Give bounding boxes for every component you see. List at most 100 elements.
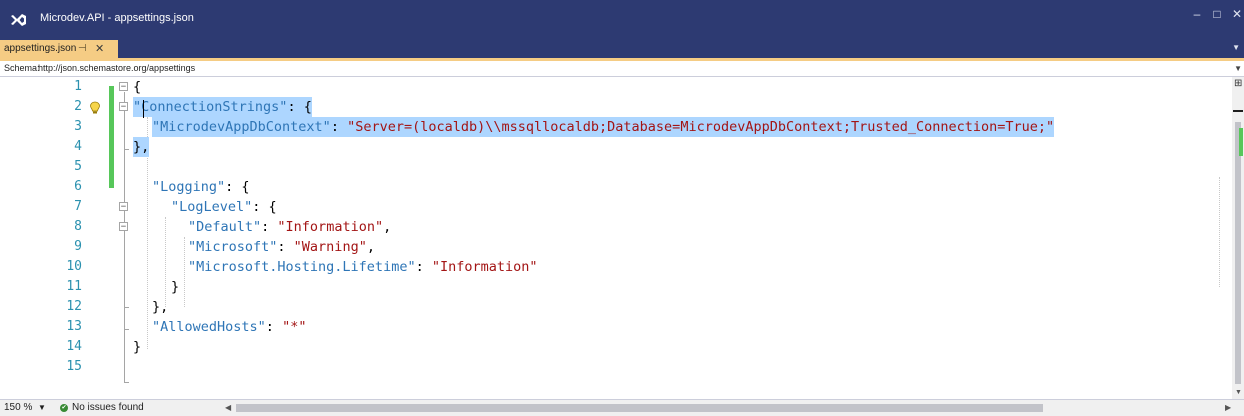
visual-studio-logo-icon xyxy=(11,14,26,26)
line-number: 11 xyxy=(66,279,82,294)
minimize-button[interactable]: – xyxy=(1186,6,1208,22)
code-text: "Microsoft": "Warning", xyxy=(188,237,375,257)
zoom-dropdown-icon[interactable]: ▼ xyxy=(38,400,46,416)
json-punctuation-token: : { xyxy=(252,199,277,215)
code-text: "Default": "Information", xyxy=(188,217,391,237)
code-line[interactable]: 4}, xyxy=(0,137,1232,157)
zoom-level[interactable]: 150 % xyxy=(4,400,32,416)
code-line[interactable]: 9 "Microsoft": "Warning", xyxy=(0,237,1232,257)
code-line[interactable]: 11} xyxy=(0,277,1232,297)
code-line[interactable]: 8 "Default": "Information", xyxy=(0,217,1232,237)
json-key-token: "Microsoft.Hosting.Lifetime" xyxy=(188,259,416,275)
json-punctuation-token: : xyxy=(277,239,294,255)
code-line[interactable]: 5 xyxy=(0,157,1232,177)
pin-icon[interactable]: ⊣ xyxy=(78,40,87,58)
code-line[interactable]: 1{ xyxy=(0,77,1232,97)
code-line[interactable]: 10 "Microsoft.Hosting.Lifetime": "Informa… xyxy=(0,257,1232,277)
line-number: 2 xyxy=(74,99,82,114)
json-punctuation-token: { xyxy=(133,79,142,95)
json-key-token: "ConnectionStrings" xyxy=(133,99,288,115)
close-tab-icon[interactable]: ✕ xyxy=(95,40,104,58)
json-string-token: "Warning" xyxy=(293,239,367,255)
line-number: 13 xyxy=(66,319,82,334)
caret-position-marker xyxy=(1233,110,1243,112)
json-punctuation-token: : xyxy=(415,259,432,275)
code-text: "MicrodevAppDbContext": "Server=(localdb… xyxy=(152,117,1055,137)
scroll-right-icon[interactable]: ▶ xyxy=(1225,400,1231,416)
vertical-scrollbar-thumb[interactable] xyxy=(1235,122,1241,384)
tab-label: appsettings.json xyxy=(4,43,77,54)
tab-appsettings-json[interactable]: appsettings.json ⊣ ✕ xyxy=(0,40,118,58)
json-punctuation-token: , xyxy=(366,239,375,255)
scroll-down-icon[interactable]: ▼ xyxy=(1235,389,1242,396)
code-text: "AllowedHosts": "*" xyxy=(152,317,306,337)
horizontal-scrollbar-thumb[interactable] xyxy=(236,404,1043,412)
split-window-icon[interactable]: ⊞ xyxy=(1234,79,1242,89)
line-number: 6 xyxy=(74,179,82,194)
code-line[interactable]: 12}, xyxy=(0,297,1232,317)
schema-selector[interactable]: http://json.schemastore.org/appsettings xyxy=(38,61,195,76)
code-editor[interactable]: − − − − 1{2 "ConnectionStrings": {3 "Micro… xyxy=(0,77,1232,399)
code-text: } xyxy=(171,277,179,297)
code-text: "ConnectionStrings": { xyxy=(133,97,312,117)
maximize-button[interactable]: □ xyxy=(1206,6,1228,22)
lightbulb-icon[interactable] xyxy=(89,101,101,115)
code-line[interactable]: 15 xyxy=(0,357,1232,377)
issues-status[interactable]: No issues found xyxy=(72,400,144,416)
json-key-token: "Default" xyxy=(188,219,262,235)
json-string-token: "Information" xyxy=(431,259,538,275)
code-line[interactable]: 2 "ConnectionStrings": { xyxy=(0,97,1232,117)
close-window-button[interactable]: ✕ xyxy=(1226,6,1244,22)
line-number: 9 xyxy=(74,239,82,254)
json-key-token: "Microsoft" xyxy=(188,239,278,255)
scrollbar-change-marker xyxy=(1239,128,1243,156)
schema-bar: Schema: http://json.schemastore.org/apps… xyxy=(0,61,1244,77)
json-punctuation-token: } xyxy=(171,279,180,295)
code-line[interactable]: 7 "LogLevel": { xyxy=(0,197,1232,217)
code-text: { xyxy=(133,77,141,97)
code-text: "LogLevel": { xyxy=(171,197,277,217)
line-number: 10 xyxy=(66,259,82,274)
line-number: 14 xyxy=(66,339,82,354)
tab-list-dropdown-icon[interactable]: ▼ xyxy=(1232,43,1240,52)
json-punctuation-token: }, xyxy=(133,139,150,155)
json-string-token: "Server=(localdb)\\mssqllocaldb;Database… xyxy=(347,119,1055,135)
check-circle-icon: ✔ xyxy=(60,404,68,412)
json-punctuation-token: : { xyxy=(225,179,250,195)
json-key-token: "MicrodevAppDbContext" xyxy=(152,119,331,135)
schema-dropdown-icon[interactable]: ▼ xyxy=(1234,61,1242,76)
schema-label: Schema: xyxy=(4,63,40,73)
code-text: "Microsoft.Hosting.Lifetime": "Informati… xyxy=(188,257,538,277)
json-punctuation-token: : { xyxy=(287,99,312,115)
change-indicator-bar xyxy=(109,86,114,188)
code-line[interactable]: 13 "AllowedHosts": "*" xyxy=(0,317,1232,337)
json-punctuation-token: } xyxy=(133,339,142,355)
code-text: }, xyxy=(152,297,168,317)
code-line[interactable]: 6 "Logging": { xyxy=(0,177,1232,197)
editor-status-bar: 150 % ▼ ✔ No issues found ◀ ▶ xyxy=(0,399,1244,416)
line-number: 5 xyxy=(74,159,82,174)
json-string-token: "Information" xyxy=(277,219,384,235)
line-number: 7 xyxy=(74,199,82,214)
code-text: }, xyxy=(133,137,150,157)
json-key-token: "Logging" xyxy=(152,179,226,195)
code-text: "Logging": { xyxy=(152,177,250,197)
json-punctuation-token: : xyxy=(265,319,283,335)
json-key-token: "AllowedHosts" xyxy=(152,319,266,335)
json-punctuation-token: : xyxy=(261,219,278,235)
document-tab-strip: appsettings.json ⊣ ✕ xyxy=(0,40,1244,58)
code-line[interactable]: 14} xyxy=(0,337,1232,357)
json-punctuation-token: , xyxy=(383,219,392,235)
window-title: Microdev.API - appsettings.json xyxy=(40,12,194,24)
code-line[interactable]: 3 "MicrodevAppDbContext": "Server=(locald… xyxy=(0,117,1232,137)
json-punctuation-token: : xyxy=(330,119,348,135)
line-number: 1 xyxy=(74,79,82,94)
scroll-left-icon[interactable]: ◀ xyxy=(225,400,231,416)
line-number: 3 xyxy=(74,119,82,134)
line-number: 15 xyxy=(66,359,82,374)
code-text: } xyxy=(133,337,141,357)
json-key-token: "LogLevel" xyxy=(171,199,253,215)
fold-end-tick xyxy=(124,382,129,383)
line-number: 8 xyxy=(74,219,82,234)
title-bar: Microdev.API - appsettings.json – □ ✕ xyxy=(0,0,1244,40)
